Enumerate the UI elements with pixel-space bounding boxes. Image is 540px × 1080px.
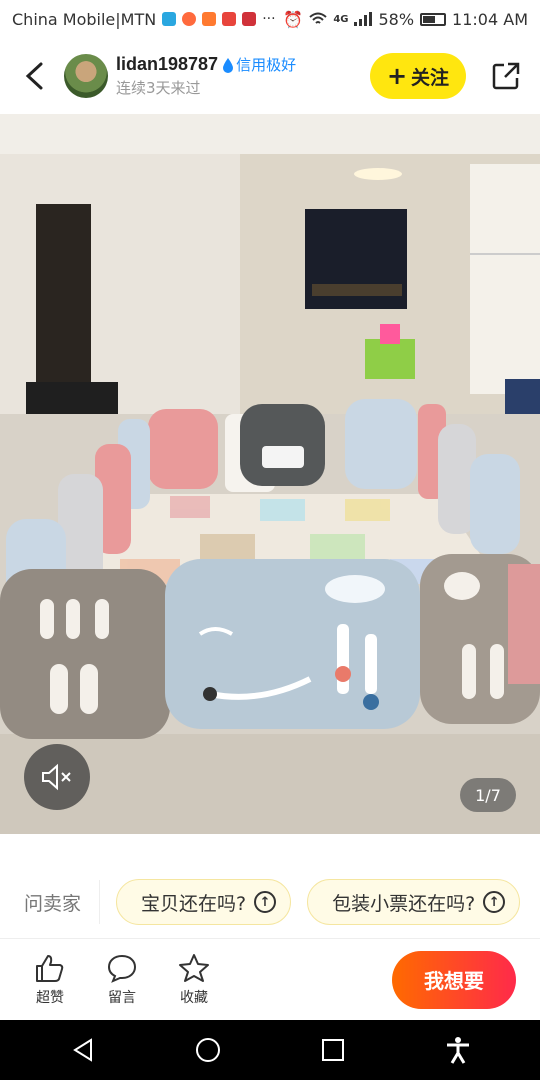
star-icon [179, 953, 209, 982]
photo-page-indicator: 1/7 [460, 778, 516, 812]
quick-question-chip[interactable]: 包装小票还在吗? ↑ [307, 879, 521, 925]
comment-icon [107, 954, 137, 983]
notification-icons: ··· [162, 11, 276, 27]
comment-button[interactable]: 留言 [86, 953, 158, 1007]
bottom-action-bar: 超赞 留言 收藏 我想要 [0, 938, 540, 1020]
app-notification-icon [222, 12, 237, 26]
credit-badge: 信用极好 [222, 54, 296, 75]
ask-seller-bar: 问卖家 宝贝还在吗? ↑ 包装小票还在吗? ↑ [0, 868, 540, 936]
thumbs-up-icon [36, 954, 64, 982]
nav-recents-icon[interactable] [319, 1036, 347, 1064]
share-icon [492, 62, 520, 90]
seller-header: lidan198787 信用极好 连续3天来过 + 关注 [0, 38, 540, 114]
signal-icon [354, 12, 373, 26]
nav-back-icon[interactable] [69, 1036, 97, 1064]
credit-label: 信用极好 [236, 56, 297, 74]
chip-label: 包装小票还在吗? [332, 892, 476, 915]
status-bar: China Mobile|MTN ··· ⏰ 4G 58% 11:04 AM [0, 0, 540, 38]
seller-info[interactable]: lidan198787 信用极好 连续3天来过 [116, 54, 296, 98]
like-button[interactable]: 超赞 [14, 953, 86, 1007]
seller-subtitle: 连续3天来过 [116, 79, 201, 97]
alarm-icon: ⏰ [283, 9, 304, 29]
plus-icon: + [386, 62, 408, 90]
want-button[interactable]: 我想要 [392, 950, 516, 1009]
location-icon [182, 12, 197, 26]
favorite-button[interactable]: 收藏 [158, 953, 230, 1007]
follow-label: 关注 [411, 66, 450, 89]
playpen-image [0, 114, 540, 834]
water-drop-icon [223, 57, 234, 73]
app-notification-icon [162, 12, 177, 26]
accessibility-icon[interactable] [444, 1035, 472, 1065]
follow-button[interactable]: + 关注 [370, 53, 466, 99]
ask-seller-label: 问卖家 [0, 880, 100, 924]
back-button[interactable] [12, 54, 56, 98]
mute-icon [42, 763, 71, 791]
app-notification-icon [202, 12, 217, 26]
chip-label: 宝贝还在吗? [141, 892, 247, 915]
arrow-up-icon: ↑ [254, 891, 277, 913]
system-nav-bar [0, 1020, 540, 1080]
mute-button[interactable] [24, 744, 90, 810]
product-photo[interactable]: 1/7 [0, 114, 540, 834]
nav-home-icon[interactable] [194, 1036, 222, 1064]
arrow-up-icon: ↑ [483, 891, 506, 913]
wifi-icon [309, 12, 327, 24]
seller-avatar[interactable] [64, 54, 108, 98]
battery-icon [420, 12, 447, 26]
carrier-text: China Mobile|MTN [12, 9, 157, 29]
network-text: 4G [333, 13, 349, 25]
battery-percent: 58% [378, 9, 415, 29]
chevron-left-icon [25, 62, 43, 90]
more-icon: ··· [262, 11, 276, 27]
comment-label: 留言 [108, 989, 136, 1006]
like-label: 超赞 [36, 989, 64, 1006]
app-notification-icon [242, 12, 257, 26]
clock-text: 11:04 AM [452, 9, 528, 29]
quick-question-chip[interactable]: 宝贝还在吗? ↑ [116, 879, 292, 925]
share-button[interactable] [484, 54, 528, 98]
favorite-label: 收藏 [180, 989, 208, 1006]
seller-name: lidan198787 [116, 54, 219, 74]
